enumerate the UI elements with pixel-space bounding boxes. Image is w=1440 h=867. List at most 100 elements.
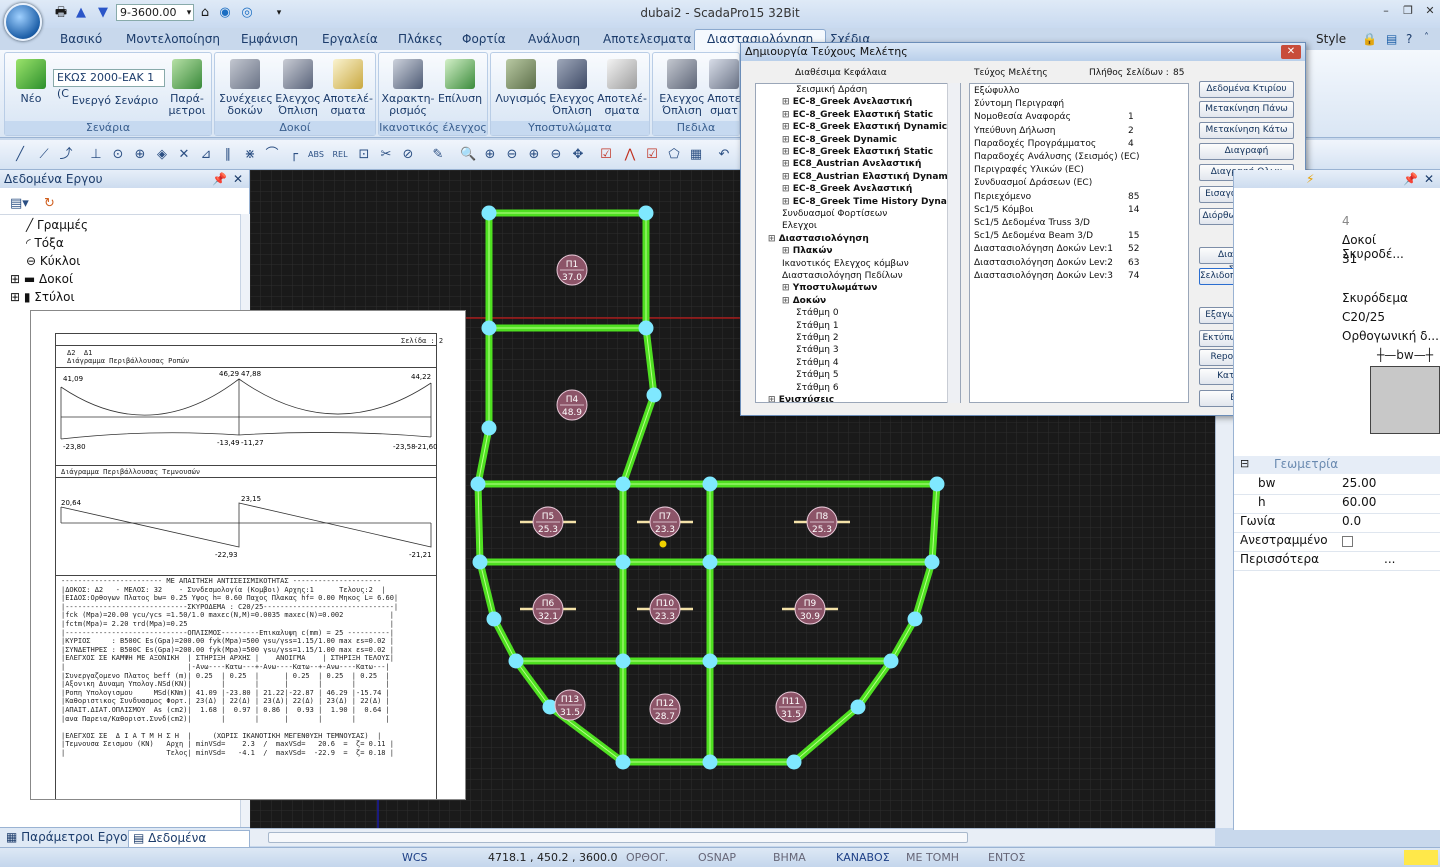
- chapter-item[interactable]: Στάθμη 1: [796, 321, 839, 331]
- scroll-thumb[interactable]: [268, 832, 968, 843]
- tree-item-columns[interactable]: ⊞ ▮ Στύλοι: [10, 290, 75, 304]
- expand-icon[interactable]: ⊞: [10, 290, 24, 304]
- check-icon[interactable]: ☑: [598, 147, 614, 163]
- nearest-snap-icon[interactable]: ⊿: [198, 147, 214, 163]
- arrow-down-icon[interactable]: ▼: [94, 5, 112, 21]
- globe-icon[interactable]: ◉: [216, 5, 234, 21]
- zoom-window-icon[interactable]: 🔍: [460, 147, 476, 163]
- column-node[interactable]: [924, 554, 940, 570]
- parallel-icon[interactable]: ∥: [220, 147, 236, 163]
- verify-icon[interactable]: ☑: [644, 147, 660, 163]
- column-node[interactable]: [702, 754, 718, 770]
- property-value[interactable]: C20/25: [1342, 310, 1385, 324]
- grid-toggle[interactable]: ΚΑΝΑΒΟΣ: [836, 851, 890, 864]
- characterize-button[interactable]: Χαρακτη-ρισμός: [381, 59, 435, 117]
- chapter-item[interactable]: ⊞ Δοκών: [782, 296, 826, 306]
- column-node[interactable]: [929, 476, 945, 492]
- property-value[interactable]: Ορθογωνική δ...: [1342, 329, 1439, 343]
- section-toggle[interactable]: ΜΕ ΤΟΜΗ: [906, 851, 959, 864]
- chapters-tree[interactable]: Σεισμική Δράση ⊞ EC-8_Greek Ανελαστική ⊞ E…: [755, 83, 961, 403]
- report-list-row[interactable]: Νομοθεσία Αναφοράς 1: [970, 112, 1186, 125]
- column-node[interactable]: [615, 653, 631, 669]
- expand-icon[interactable]: ⊞: [768, 395, 779, 402]
- column-check-button[interactable]: Ελεγχος Όπλιση: [547, 59, 597, 117]
- chapter-item[interactable]: ⊞ EC8_Austrian Ανελαστική: [782, 159, 921, 169]
- chapter-item[interactable]: Στάθμη 4: [796, 358, 839, 368]
- report-list-row[interactable]: Sc1/5 Δεδομένα Truss 3/D: [970, 218, 1186, 231]
- report-list-row[interactable]: Sc1/5 Κόμβοι 14: [970, 205, 1186, 218]
- delete-button[interactable]: Διαγραφή: [1199, 143, 1294, 160]
- panel-close-icon[interactable]: ✕: [233, 170, 243, 188]
- tree-scrollbar[interactable]: [947, 83, 960, 403]
- zoom-out-icon[interactable]: ⊖: [548, 147, 564, 163]
- circle-snap-icon[interactable]: ⊙: [110, 147, 126, 163]
- language-flag-icon[interactable]: ▤: [1386, 32, 1397, 46]
- column-node[interactable]: [508, 653, 524, 669]
- intersection-snap-icon[interactable]: ✕: [176, 147, 192, 163]
- node-icon[interactable]: ┌: [286, 147, 302, 163]
- report-list-row[interactable]: Διαστασιολόγηση Δοκών Lev:3 74: [970, 271, 1186, 284]
- report-list-row[interactable]: Sc1/5 Δεδομένα Beam 3/D 15: [970, 231, 1186, 244]
- tab-project-params[interactable]: ▦ Παράμετροι Εργου: [6, 830, 134, 844]
- customize-icon[interactable]: ▾: [270, 5, 288, 21]
- pencil-icon[interactable]: ✎: [430, 147, 446, 163]
- column-node[interactable]: [702, 653, 718, 669]
- tab-analysis[interactable]: Ανάλυση: [528, 32, 580, 46]
- chapter-item[interactable]: ⊞ Ενισχύσεις: [768, 395, 834, 402]
- chapter-item[interactable]: Στάθμη 2: [796, 333, 839, 343]
- chapter-item[interactable]: ⊞ EC8_Austrian Ελαστική Dynamic: [782, 172, 956, 182]
- tab-modeling[interactable]: Μοντελοποίηση: [126, 32, 220, 46]
- column-node[interactable]: [481, 205, 497, 221]
- zoom-in-icon[interactable]: ⊕: [482, 147, 498, 163]
- column-node[interactable]: [638, 320, 654, 336]
- tree-item-circles[interactable]: ⊖ Κύκλοι: [26, 254, 80, 268]
- minimize-button[interactable]: –: [1376, 4, 1396, 18]
- report-list-row[interactable]: Περιγραφές Υλικών (EC): [970, 165, 1186, 178]
- lock-icon[interactable]: 🔒: [1362, 32, 1377, 46]
- center-snap-icon[interactable]: ⊕: [132, 147, 148, 163]
- expand-icon[interactable]: ⊞: [782, 110, 793, 120]
- arrow-up-icon[interactable]: ▲: [72, 5, 90, 21]
- move-down-button[interactable]: Μετακίνηση Κάτω: [1199, 122, 1294, 139]
- tab-tools[interactable]: Εργαλεία: [322, 32, 378, 46]
- arc-line-icon[interactable]: ⤴: [58, 147, 74, 163]
- tab-results[interactable]: Αποτελεσματα: [603, 32, 691, 46]
- canvas-horizontal-scrollbar[interactable]: [250, 828, 1215, 846]
- property-value[interactable]: Σκυρόδεμα: [1342, 291, 1408, 305]
- parameters-button[interactable]: Παρά-μετροι: [167, 59, 207, 117]
- pan-icon[interactable]: ✥: [570, 147, 586, 163]
- chapter-item[interactable]: ⊞ Διαστασιολόγηση: [768, 234, 869, 244]
- column-node[interactable]: [481, 320, 497, 336]
- tab-loads[interactable]: Φορτία: [462, 32, 506, 46]
- column-node[interactable]: [702, 476, 718, 492]
- chapter-item[interactable]: Στάθμη 3: [796, 345, 839, 355]
- quadrant-snap-icon[interactable]: ◈: [154, 147, 170, 163]
- step-toggle[interactable]: ΒΗΜΑ: [773, 851, 806, 864]
- solve-button[interactable]: Επίλυση: [435, 59, 485, 105]
- style-menu[interactable]: Style: [1316, 32, 1346, 46]
- property-value[interactable]: 31: [1342, 252, 1357, 266]
- report-list-row[interactable]: Σύντομη Περιγραφή: [970, 99, 1186, 112]
- tree-item-arcs[interactable]: ◜ Τόξα: [26, 236, 64, 250]
- report-list-row[interactable]: Διαστασιολόγηση Δοκών Lev:1 52: [970, 244, 1186, 257]
- chapter-item[interactable]: ⊞ EC-8_Greek Ελαστική Static: [782, 147, 933, 157]
- geometry-value[interactable]: 60.00: [1342, 495, 1376, 509]
- shape-icon[interactable]: ⬠: [666, 147, 682, 163]
- buckling-button[interactable]: Λυγισμός: [495, 59, 547, 105]
- chapter-item[interactable]: ⊞ Υποστυλωμάτων: [782, 283, 877, 293]
- geometry-value[interactable]: ...: [1384, 552, 1395, 566]
- column-node[interactable]: [615, 754, 631, 770]
- tab-view[interactable]: Εμφάνιση: [241, 32, 298, 46]
- expand-icon[interactable]: ⊞: [782, 283, 793, 293]
- chapter-item[interactable]: ⊞ EC-8_Greek Dynamic: [782, 135, 897, 145]
- report-list-row[interactable]: Διαστασιολόγηση Δοκών Lev:2 63: [970, 258, 1186, 271]
- polyline-icon[interactable]: ⟋: [36, 147, 52, 163]
- beam-continuity-button[interactable]: Συνέχειες δοκών: [219, 59, 273, 117]
- footing-check-button[interactable]: Ελεγχος Όπλιση: [657, 59, 707, 117]
- report-list-row[interactable]: Παραδοχές Προγράμματος 4: [970, 139, 1186, 152]
- minimize-ribbon-icon[interactable]: ˄: [1424, 32, 1429, 43]
- line-icon[interactable]: ╱: [12, 147, 28, 163]
- graph-icon[interactable]: ⋀: [622, 147, 638, 163]
- eye-icon[interactable]: ◎: [238, 5, 256, 21]
- abs-coord-icon[interactable]: ABS: [306, 147, 326, 163]
